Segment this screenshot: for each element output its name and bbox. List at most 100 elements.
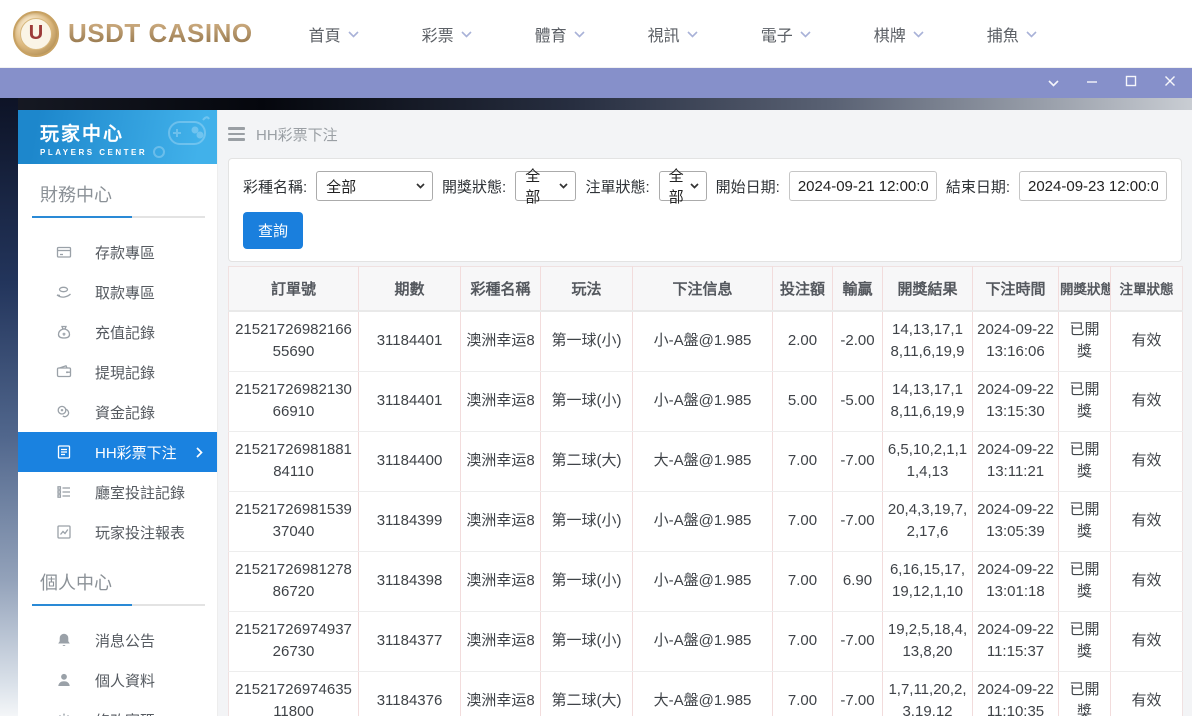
order-status-select[interactable]: 全部 — [658, 168, 707, 206]
column-header-draw-status[interactable]: 開獎狀態 — [1058, 266, 1111, 312]
filter-panel: 彩種名稱:全部開獎狀態:全部注單狀態:全部開始日期:結束日期: 查詢 — [228, 158, 1182, 262]
coins-icon — [55, 404, 72, 420]
logo[interactable]: U USDT CASINO — [0, 10, 253, 57]
cell-order-no: 2152172698127886720 — [228, 551, 359, 612]
cell-draw-result: 6,16,15,17,19,12,1,10 — [882, 551, 973, 612]
chevron-down-icon — [461, 31, 472, 38]
cell-draw-status: 已開獎 — [1058, 371, 1111, 432]
cell-win-loss: 6.90 — [832, 551, 883, 612]
chevron-down-icon — [348, 31, 359, 38]
close-icon — [1164, 74, 1176, 92]
cell-bet-amount: 7.00 — [772, 551, 833, 612]
cell-draw-status: 已開獎 — [1058, 611, 1111, 672]
cell-bet-time: 2024-09-22 13:01:18 — [972, 551, 1059, 612]
chevron-down-icon — [687, 31, 698, 38]
cell-draw-result: 20,4,3,19,7,2,17,6 — [882, 491, 973, 552]
background-strip-top — [0, 98, 1192, 110]
cell-draw-status: 已開獎 — [1058, 491, 1111, 552]
cell-draw-result: 14,13,17,18,11,6,19,9 — [882, 310, 973, 372]
cell-bet-time: 2024-09-22 13:11:21 — [972, 431, 1059, 492]
cell-order-no: 2152172698213066910 — [228, 371, 359, 432]
sidebar-item-label: 取款專區 — [95, 284, 156, 302]
cell-period: 31184376 — [358, 671, 461, 716]
minimize-button[interactable] — [1086, 74, 1098, 92]
sidebar-item-funds-records[interactable]: 資金記錄 — [18, 392, 217, 432]
cell-win-loss: -5.00 — [832, 371, 883, 432]
sidebar-item-change-password[interactable]: 修改密碼 — [18, 700, 217, 716]
maximize-icon — [1125, 74, 1137, 92]
table-body: 2152172698216655690 31184401 澳洲幸运8 第一球(小) 小-… — [228, 310, 1183, 716]
nav-item-home[interactable]: 首頁 — [309, 22, 359, 46]
cell-order-no: 2152172698153937040 — [228, 491, 359, 552]
table-row: 2152172698188184110 31184400 澳洲幸运8 第二球(大) 大-… — [228, 431, 1183, 492]
coin-letter: U — [28, 22, 44, 44]
nav-item-fishing[interactable]: 捕魚 — [987, 22, 1037, 46]
sidebar-item-profile[interactable]: 個人資料 — [18, 660, 217, 700]
sidebar-item-label: 廳室投註記錄 — [95, 484, 186, 502]
cell-bet-amount: 5.00 — [772, 371, 833, 432]
column-header-order-no[interactable]: 訂單號 — [228, 266, 359, 312]
sidebar-item-player-bet-report[interactable]: 玩家投注報表 — [18, 512, 217, 552]
sidebar-item-room-bet-records[interactable]: 廳室投註記錄 — [18, 472, 217, 512]
cell-lottery-name: 澳洲幸运8 — [460, 431, 541, 492]
breadcrumb: HH彩票下注 — [228, 110, 1182, 158]
sidebar-item-withdraw-zone[interactable]: 取款專區 — [18, 272, 217, 312]
breadcrumb-label: HH彩票下注 — [256, 126, 338, 144]
cell-order-status: 有效 — [1110, 431, 1183, 492]
sidebar-item-hh-lottery-bets[interactable]: HH彩票下注 — [18, 432, 217, 472]
cell-lottery-name: 澳洲幸运8 — [460, 611, 541, 672]
start-date-input[interactable] — [788, 171, 937, 201]
cell-draw-result: 6,5,10,2,1,11,4,13 — [882, 431, 973, 492]
nav-item-board-games[interactable]: 棋牌 — [874, 22, 924, 46]
end-date-input[interactable] — [1019, 171, 1167, 201]
close-button[interactable] — [1164, 74, 1176, 92]
column-header-win-loss[interactable]: 輸贏 — [832, 266, 883, 312]
cell-play-type: 第一球(小) — [540, 491, 633, 552]
cell-order-status: 有效 — [1110, 310, 1183, 372]
column-header-bet-amount[interactable]: 投注額 — [772, 266, 833, 312]
menu-icon[interactable] — [228, 127, 245, 141]
cell-period: 31184401 — [358, 371, 461, 432]
column-header-play-type[interactable]: 玩法 — [540, 266, 633, 312]
column-header-bet-time[interactable]: 下注時間 — [972, 266, 1059, 312]
cell-order-status: 有效 — [1110, 611, 1183, 672]
nav-item-label: 彩票 — [421, 27, 454, 45]
lottery-name-select[interactable]: 全部 — [316, 171, 434, 201]
sidebar-section-personal-center: 個人中心 — [40, 573, 112, 593]
nav-item-video[interactable]: 視訊 — [648, 22, 698, 46]
sidebar-item-withdrawal-records[interactable]: 提現記錄 — [18, 352, 217, 392]
column-header-draw-result[interactable]: 開獎結果 — [882, 266, 973, 312]
chevron-down-icon — [800, 31, 811, 38]
cell-play-type: 第一球(小) — [540, 371, 633, 432]
nav-item-sports[interactable]: 體育 — [535, 22, 585, 46]
order-status-value: 全部 — [668, 168, 684, 206]
cell-lottery-name: 澳洲幸运8 — [460, 310, 541, 372]
cell-bet-info: 小-A盤@1.985 — [632, 371, 773, 432]
cell-order-status: 有效 — [1110, 671, 1183, 716]
table-row: 2152172698216655690 31184401 澳洲幸运8 第一球(小) 小-… — [228, 310, 1183, 372]
sidebar-item-announcements[interactable]: 消息公告 — [18, 620, 217, 660]
cell-bet-time: 2024-09-22 13:16:06 — [972, 310, 1059, 372]
collapse-button[interactable] — [1048, 74, 1059, 92]
main-nav: 首頁 彩票 體育 視訊 電子 棋牌 捕魚 — [309, 22, 1037, 46]
cell-draw-status: 已開獎 — [1058, 431, 1111, 492]
column-header-bet-info[interactable]: 下注信息 — [632, 266, 773, 312]
logo-text: USDT CASINO — [68, 18, 253, 48]
search-button[interactable]: 查詢 — [243, 212, 304, 249]
draw-status-select[interactable]: 全部 — [515, 168, 577, 206]
chevron-down-icon — [913, 31, 924, 38]
sidebar-item-label: 消息公告 — [95, 632, 156, 650]
column-header-order-status[interactable]: 注單狀態 — [1110, 266, 1183, 312]
draw-status-value: 全部 — [525, 168, 541, 206]
sidebar-item-label: 玩家投注報表 — [95, 524, 186, 542]
sidebar-item-recharge-records[interactable]: 充值記錄 — [18, 312, 217, 352]
table-row: 2152172697463511800 31184376 澳洲幸运8 第二球(大) 大-… — [228, 671, 1183, 716]
maximize-button[interactable] — [1125, 74, 1137, 92]
sidebar-item-deposit-zone[interactable]: 存款專區 — [18, 232, 217, 272]
column-header-period[interactable]: 期數 — [358, 266, 461, 312]
nav-item-lottery[interactable]: 彩票 — [422, 22, 472, 46]
column-header-lottery-name[interactable]: 彩種名稱 — [460, 266, 541, 312]
chevron-down-icon — [1048, 74, 1059, 92]
nav-item-electronic[interactable]: 電子 — [761, 22, 811, 46]
chevron-down-icon — [416, 183, 425, 189]
